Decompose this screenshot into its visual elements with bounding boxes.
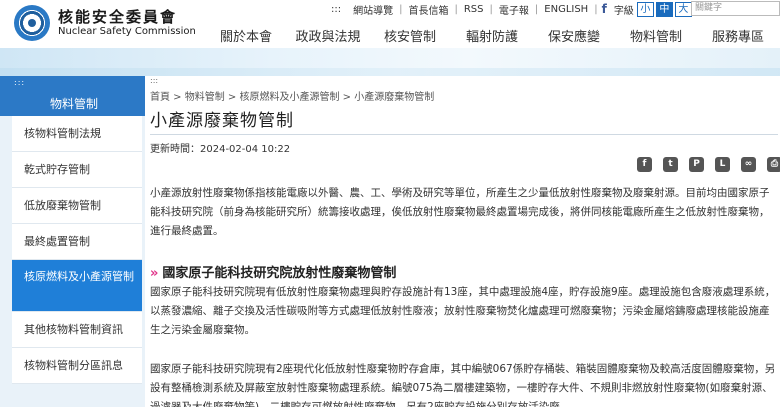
share-bar: f t P L ∞ ⎙	[626, 157, 780, 172]
org-name-zh[interactable]: 核能安全委員會	[58, 6, 177, 27]
org-name-en[interactable]: Nuclear Safety Commission	[58, 26, 196, 37]
sidebar-item-low-level-waste[interactable]: 低放廢棄物管制	[12, 188, 142, 224]
search-input[interactable]: 關鍵字	[691, 1, 780, 16]
sidebar-title: 物料管制	[50, 97, 99, 111]
nsc-logo-icon[interactable]	[14, 5, 50, 41]
nav-materials[interactable]: 物料管制	[615, 24, 697, 45]
line-icon[interactable]: L	[715, 157, 730, 172]
site-header: 核能安全委員會 Nuclear Safety Commission ::: 網站…	[0, 0, 780, 48]
plurk-icon[interactable]: P	[689, 157, 704, 172]
sidebar-item-regulations[interactable]: 核物料管制法規	[12, 116, 142, 152]
twitter-icon[interactable]: t	[663, 157, 678, 172]
top-link-sitemap[interactable]: 網站導覽	[347, 2, 399, 17]
sidebar-list: 核物料管制法規 乾式貯存管制 低放廢棄物管制 最終處置管制 核原燃料及小產源管制…	[12, 116, 142, 384]
nav-security[interactable]: 保安應變	[533, 24, 615, 45]
facilities-paragraph: 國家原子能科技研究院現有低放射性廢棄物處理與貯存設施計有13座，其中處理設施4座…	[150, 286, 776, 336]
facebook-icon[interactable]: f	[598, 2, 611, 16]
sidebar: ::: 物料管制 核物料管制法規 乾式貯存管制 低放廢棄物管制 最終處置管制 核…	[0, 76, 145, 407]
chevron-right-icon: »	[150, 266, 159, 281]
logo-center-icon	[28, 19, 36, 27]
sidebar-item-dry-storage[interactable]: 乾式貯存管制	[12, 152, 142, 188]
sidebar-item-other-info[interactable]: 其他核物料管制資訊	[12, 312, 142, 348]
sidebar-dots: :::	[14, 78, 26, 87]
link-icon[interactable]: ∞	[741, 157, 756, 172]
banner	[0, 48, 780, 76]
main-nav: 關於本會 政政與法規 核安管制 輻射防護 保安應變 物料管制 服務專區	[205, 24, 779, 45]
content-dots: :::	[150, 76, 159, 85]
facebook-icon[interactable]: f	[637, 157, 652, 172]
breadcrumb[interactable]: 首頁 > 物料管制 > 核原燃料及小產源管制 > 小產源廢棄物管制	[150, 88, 434, 103]
storage-paragraph: 國家原子能科技研究院現有2座現代化低放射性廢棄物貯存倉庫，其中編號067係貯存桶…	[150, 363, 776, 407]
print-icon[interactable]: ⎙	[767, 157, 780, 172]
font-size-medium-button[interactable]: 中	[655, 1, 673, 17]
intro-paragraph: 小產源放射性廢棄物係指核能電廠以外醫、農、工、學術及研究等單位，所產生之少量低放…	[150, 187, 770, 237]
top-links: ::: 網站導覽 | 首長信箱 | RSS | 電子報 | ENGLISH | …	[325, 0, 694, 18]
updated-time: 更新時間：2024-02-04 10:22	[150, 144, 291, 155]
sidebar-header: ::: 物料管制	[0, 76, 145, 116]
top-link-english[interactable]: ENGLISH	[538, 4, 594, 15]
top-link-newsletter[interactable]: 電子報	[493, 2, 535, 17]
font-size-small-button[interactable]: 小	[636, 1, 654, 17]
section-heading-text: 國家原子能科技研究院放射性廢棄物管制	[162, 266, 397, 281]
nav-policy[interactable]: 政政與法規	[287, 24, 369, 45]
sidebar-item-fuel-small-producers[interactable]: 核原燃料及小產源管制	[12, 260, 142, 312]
top-link-mailbox[interactable]: 首長信箱	[402, 2, 454, 17]
top-dots: :::	[331, 3, 342, 15]
page-title: 小產源廢棄物管制	[150, 111, 294, 131]
sidebar-item-final-disposal[interactable]: 最終處置管制	[12, 224, 142, 260]
nav-about[interactable]: 關於本會	[205, 24, 287, 45]
section-heading: » 國家原子能科技研究院放射性廢棄物管制	[150, 262, 396, 281]
nav-nuclear-safety[interactable]: 核安管制	[369, 24, 451, 45]
font-size-label: 字級	[613, 5, 634, 17]
nav-radiation[interactable]: 輻射防護	[451, 24, 533, 45]
top-link-rss[interactable]: RSS	[458, 4, 490, 15]
nav-services[interactable]: 服務專區	[697, 24, 779, 45]
font-size-large-button[interactable]: 大	[674, 1, 692, 17]
sidebar-item-regional-info[interactable]: 核物料管制分區訊息	[12, 348, 142, 384]
divider	[150, 134, 778, 135]
